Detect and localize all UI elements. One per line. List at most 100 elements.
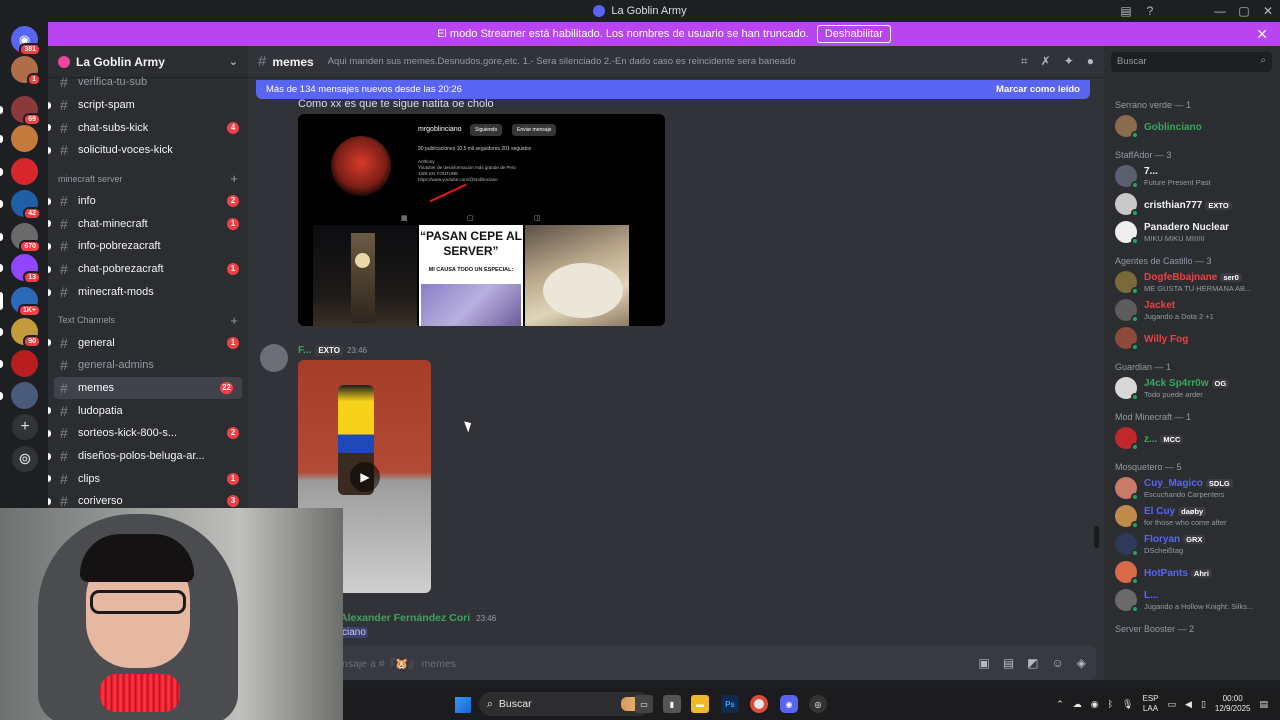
server-icon-9[interactable] bbox=[0, 350, 38, 377]
search-input[interactable]: Buscar ⌕ bbox=[1111, 52, 1272, 72]
message-image-attachment[interactable]: mrgoblinciano Siguiendo Enviar mensaje 9… bbox=[298, 114, 665, 326]
sticker-icon[interactable]: ◩ bbox=[1027, 656, 1038, 670]
member-item[interactable]: HotPants Ahri bbox=[1104, 558, 1280, 586]
member-item[interactable]: DogfeBbajnane ser0 ME GUSTA TU HERMANA AB.… bbox=[1104, 268, 1280, 296]
gift-icon[interactable]: ▣ bbox=[978, 656, 989, 670]
add-channel-icon[interactable]: + bbox=[230, 313, 238, 328]
member-item[interactable]: cristhian777 EXTO bbox=[1104, 190, 1280, 218]
server-icon-2[interactable]: 69 bbox=[0, 96, 41, 126]
inbox-icon[interactable]: ▤ bbox=[1114, 4, 1138, 18]
channel-minecraft-mods[interactable]: # minecraft-mods bbox=[48, 281, 248, 304]
member-item[interactable]: 7... Future Present Past bbox=[1104, 162, 1280, 190]
channel-info-pobrezacraft[interactable]: # info-pobrezacraft bbox=[48, 235, 248, 258]
notifications-muted-icon[interactable]: ✗ bbox=[1041, 54, 1051, 69]
channel-sorteos[interactable]: # sorteos-kick-800-s... 2 bbox=[48, 422, 248, 445]
channel-general-admins[interactable]: # general-admins bbox=[48, 354, 248, 377]
file-explorer-icon[interactable]: ▬ bbox=[691, 695, 709, 713]
channel-topic[interactable]: Aqui manden sus memes.Desnudos,gore,etc.… bbox=[328, 56, 796, 67]
member-item[interactable]: Panadero Nuclear MIKU MIKU MIIIIII bbox=[1104, 218, 1280, 246]
photoshop-icon[interactable]: Ps bbox=[721, 695, 739, 713]
new-messages-bar[interactable]: Más de 134 mensajes nuevos desde las 20:… bbox=[256, 80, 1090, 99]
member-item[interactable]: z... MCC bbox=[1104, 424, 1280, 452]
pin-icon[interactable]: ✦ bbox=[1064, 54, 1074, 69]
chrome-icon[interactable] bbox=[750, 695, 768, 713]
clock[interactable]: 00:00 12/9/2025 bbox=[1215, 694, 1251, 714]
discord-icon[interactable]: ◉ bbox=[780, 695, 798, 713]
channel-coriverso[interactable]: # coriverso 3 bbox=[48, 490, 248, 510]
server-icon-8[interactable]: 90 bbox=[0, 318, 41, 348]
microphone-icon[interactable]: 🎙 bbox=[1122, 699, 1133, 710]
member-item[interactable]: Jacket Jugando a Dota 2 +1 bbox=[1104, 296, 1280, 324]
member-item[interactable]: L... Jugando a Hollow Knight: Silks... bbox=[1104, 586, 1280, 614]
battery-icon[interactable]: ▯ bbox=[1201, 699, 1206, 710]
channel-memes[interactable]: # memes 22 bbox=[54, 376, 242, 400]
channel-info[interactable]: # info 2 bbox=[48, 190, 248, 213]
app-icon[interactable]: ▮ bbox=[663, 695, 681, 713]
server-icon-twitch[interactable]: 13 bbox=[0, 254, 41, 284]
channel-chat-minecraft[interactable]: # chat-minecraft 1 bbox=[48, 212, 248, 235]
language-indicator[interactable]: ESP LAA bbox=[1142, 694, 1158, 714]
channel-general[interactable]: # general 1 bbox=[48, 331, 248, 354]
channel-verifica-tu-sub[interactable]: # verifica-tu-sub bbox=[48, 71, 248, 94]
taskbar-search[interactable]: ⌕ Buscar bbox=[479, 692, 651, 716]
threads-icon[interactable]: ⌗ bbox=[1021, 54, 1028, 69]
server-icon-1[interactable]: 1 bbox=[11, 56, 41, 86]
member-text: z... MCC bbox=[1144, 432, 1184, 445]
server-icon-5[interactable]: 42 bbox=[0, 190, 41, 220]
help-icon[interactable]: ? bbox=[1138, 4, 1162, 18]
explore-servers-icon[interactable]: ⊚ bbox=[12, 446, 38, 472]
notifications-icon[interactable]: ▤ bbox=[1259, 699, 1268, 710]
message-author[interactable]: F... bbox=[298, 345, 311, 356]
message-input[interactable]: nsaje a #『🐹』 memes ▣ ▤ ◩ ☺ ◈ bbox=[256, 646, 1096, 680]
channel-chat-subs-kick[interactable]: # chat-subs-kick 4 bbox=[48, 116, 248, 139]
category-text-channels[interactable]: Text Channels + bbox=[48, 309, 248, 331]
disable-streamer-button[interactable]: Deshabilitar bbox=[816, 25, 891, 43]
activities-icon[interactable]: ◈ bbox=[1077, 656, 1086, 670]
channel-solicitud-voces-kick[interactable]: # solicitud-voces-kick bbox=[48, 139, 248, 162]
server-icon-4[interactable] bbox=[0, 158, 38, 185]
channel-chat-pobrezacraft[interactable]: # chat-pobrezacraft 1 bbox=[48, 258, 248, 281]
cloud-icon[interactable]: ☁ bbox=[1073, 699, 1082, 710]
member-list-icon[interactable]: ● bbox=[1087, 54, 1094, 69]
member-item[interactable]: J4ck Sp4rr0w OG Todo puede arder bbox=[1104, 374, 1280, 402]
member-item[interactable]: Goblinciano bbox=[1104, 112, 1280, 140]
member-name-line: z... MCC bbox=[1144, 432, 1184, 445]
channel-clips[interactable]: # clips 1 bbox=[48, 467, 248, 490]
add-channel-icon[interactable]: + bbox=[230, 171, 238, 186]
member-item[interactable]: Cuy_Magico SDLG Escuchando Carpenters bbox=[1104, 474, 1280, 502]
xbox-icon[interactable]: ◉ bbox=[1091, 699, 1099, 710]
windows-start-icon[interactable] bbox=[455, 697, 471, 713]
play-icon[interactable]: ▶ bbox=[350, 462, 380, 492]
volume-icon[interactable]: ◀ bbox=[1185, 699, 1192, 710]
channel-ludopatia[interactable]: # ludopatia bbox=[48, 399, 248, 422]
bluetooth-icon[interactable]: ᛒ bbox=[1108, 699, 1113, 709]
member-item[interactable]: El Cuy daøby for those who come after bbox=[1104, 502, 1280, 530]
server-icon-3[interactable] bbox=[0, 125, 38, 152]
member-item[interactable]: Willy Fog bbox=[1104, 324, 1280, 352]
chevron-up-icon[interactable]: ⌃ bbox=[1056, 699, 1064, 710]
category-minecraft[interactable]: minecraft server + bbox=[48, 168, 248, 190]
channel-disenos-polos[interactable]: # diseños-polos-beluga-ar... bbox=[48, 445, 248, 468]
close-banner-icon[interactable]: ✕ bbox=[1256, 26, 1268, 43]
window-title: La Goblin Army bbox=[611, 5, 687, 17]
member-item[interactable]: Floryan GRX DScheißtag bbox=[1104, 530, 1280, 558]
server-icon-goblin[interactable]: 1K+ bbox=[0, 287, 41, 317]
add-server-icon[interactable]: + bbox=[12, 414, 38, 440]
avatar[interactable] bbox=[260, 344, 288, 372]
maximize-icon[interactable]: ▢ bbox=[1232, 4, 1256, 18]
direct-messages-icon[interactable]: ◉ 381 bbox=[11, 26, 41, 56]
minimize-icon[interactable]: — bbox=[1208, 4, 1232, 18]
chat-scrollbar[interactable] bbox=[1094, 526, 1099, 548]
gif-icon[interactable]: ▤ bbox=[1003, 656, 1014, 670]
message-author[interactable]: Alexander Fernández Cori bbox=[340, 612, 470, 624]
network-icon[interactable]: ▭ bbox=[1168, 699, 1177, 710]
task-view-icon[interactable]: ▭ bbox=[635, 695, 653, 713]
mark-as-read-button[interactable]: Marcar como leído bbox=[996, 84, 1080, 95]
mention-text[interactable]: ciano bbox=[340, 627, 368, 638]
server-icon-10[interactable] bbox=[0, 382, 38, 409]
emoji-icon[interactable]: ☺ bbox=[1052, 656, 1064, 670]
server-icon-6[interactable]: 670 bbox=[0, 223, 41, 253]
close-window-icon[interactable]: ✕ bbox=[1256, 4, 1280, 18]
app-icon-2[interactable]: ◎ bbox=[809, 695, 827, 713]
channel-script-spam[interactable]: # script-spam bbox=[48, 94, 248, 117]
